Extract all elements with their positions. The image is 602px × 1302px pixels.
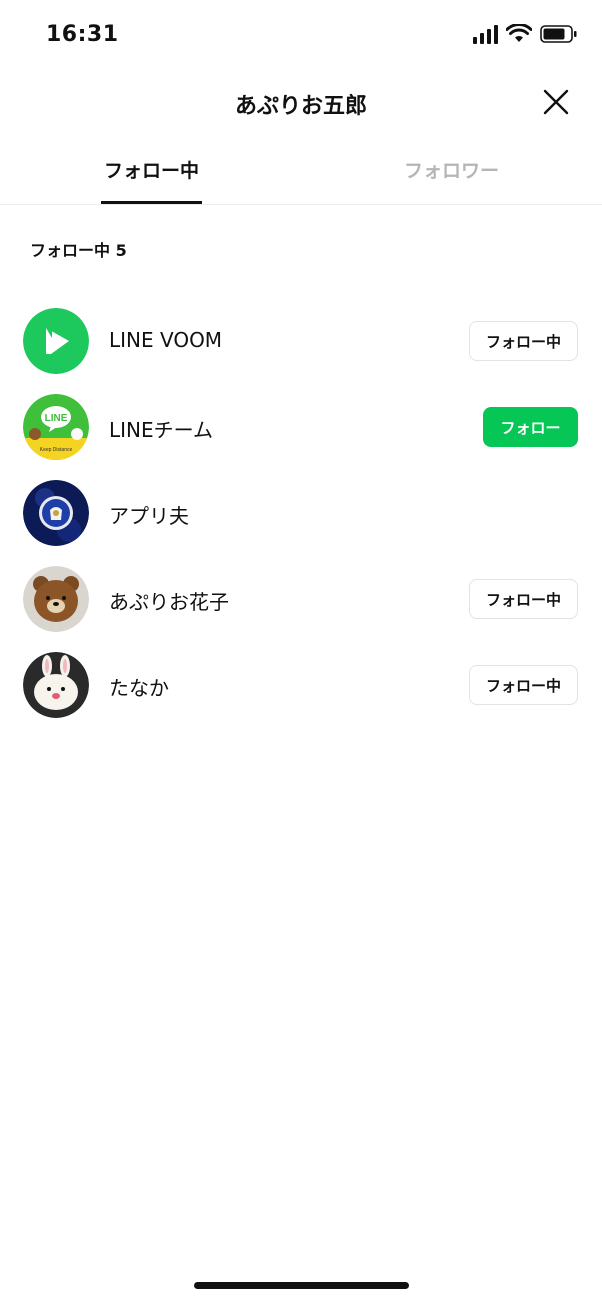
user-name: あぷりお花子 xyxy=(109,590,229,614)
following-button[interactable]: フォロー中 xyxy=(469,321,578,361)
tab-followers[interactable]: フォロワー xyxy=(404,156,499,183)
brown-bear-plush-icon xyxy=(23,566,89,632)
user-name: LINE VOOM xyxy=(109,328,223,352)
line-logo-icon: LINE Keep Distance xyxy=(23,394,89,460)
user-name: たなか xyxy=(109,676,169,700)
avatar[interactable] xyxy=(23,652,89,718)
status-icons xyxy=(473,24,578,44)
following-button[interactable]: フォロー中 xyxy=(469,579,578,619)
cellular-signal-icon xyxy=(473,24,498,44)
user-name: LINEチーム xyxy=(109,418,214,442)
avatar[interactable] xyxy=(23,480,89,546)
list-item[interactable]: アプリ夫 xyxy=(0,469,602,555)
user-name: アプリ夫 xyxy=(109,504,189,528)
close-icon[interactable] xyxy=(542,88,570,116)
avatar[interactable]: LINE Keep Distance xyxy=(23,394,89,460)
list-item[interactable]: あぷりお花子 フォロー中 xyxy=(0,555,602,641)
tab-following[interactable]: フォロー中 xyxy=(104,156,199,183)
follow-button[interactable]: フォロー xyxy=(483,407,578,447)
avatar[interactable] xyxy=(23,308,89,374)
chelsea-crest-icon xyxy=(23,480,89,546)
list-item[interactable]: LINE VOOM フォロー中 xyxy=(0,297,602,383)
battery-icon xyxy=(540,25,577,43)
wifi-icon xyxy=(506,24,532,42)
header: あぷりお五郎 xyxy=(0,70,602,134)
line-voom-logo-icon xyxy=(23,308,89,374)
status-time: 16:31 xyxy=(46,22,119,47)
following-list: LINE VOOM フォロー中 LINE Keep Distance LINEチ… xyxy=(0,297,602,727)
status-bar: 16:31 xyxy=(0,0,602,70)
home-indicator[interactable] xyxy=(194,1282,409,1289)
list-item[interactable]: たなか フォロー中 xyxy=(0,641,602,727)
page-title: あぷりお五郎 xyxy=(234,94,367,119)
following-count-heading: フォロー中 5 xyxy=(30,241,127,260)
white-rabbit-plush-icon xyxy=(23,652,89,718)
keep-distance-text: Keep Distance xyxy=(40,447,73,453)
active-tab-indicator xyxy=(101,201,202,204)
tab-bar: フォロー中 フォロワー xyxy=(0,140,602,205)
list-item[interactable]: LINE Keep Distance LINEチーム フォロー xyxy=(0,383,602,469)
following-button[interactable]: フォロー中 xyxy=(469,665,578,705)
line-logo-text: LINE xyxy=(45,413,68,424)
avatar[interactable] xyxy=(23,566,89,632)
